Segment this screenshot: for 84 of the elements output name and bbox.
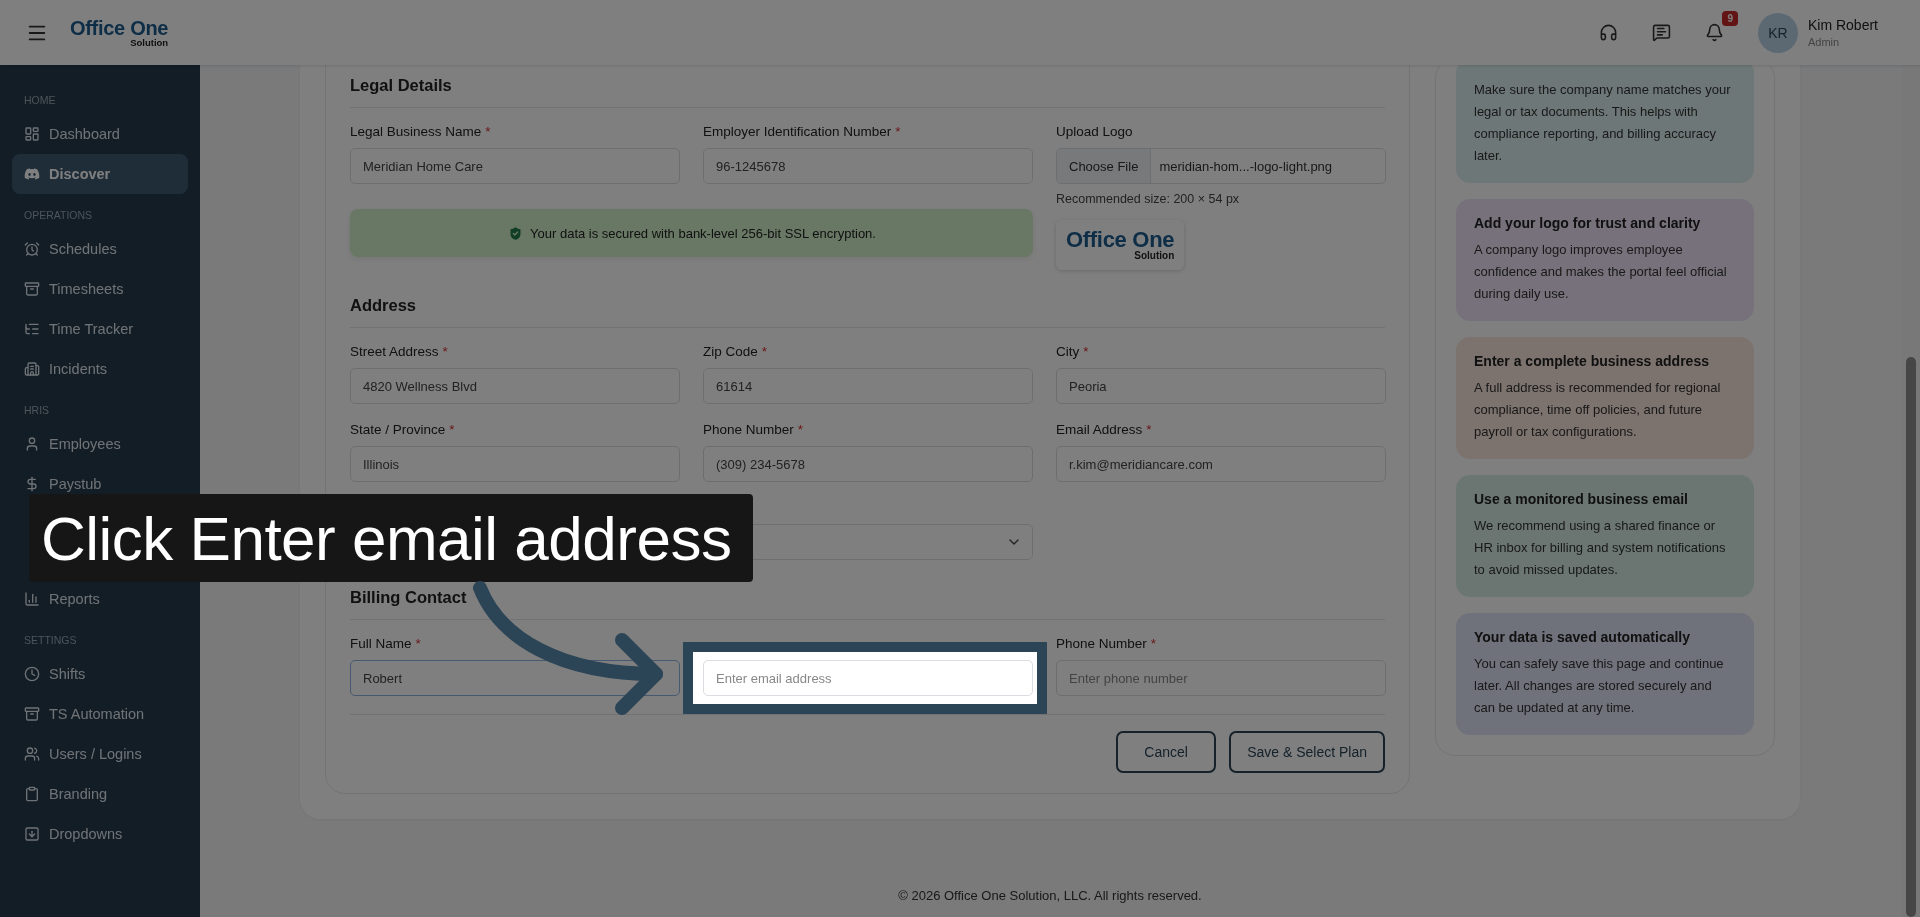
input-field[interactable]: r.kim@meridiancare.com [1056,446,1386,482]
sidebar-item[interactable]: Incidents [12,349,188,389]
tip-text: A full address is recommended for regional compliance, time off policies, and future payroll or tax configurations. [1474,379,1722,441]
list-tree-icon [24,321,40,337]
tip-title: Use a monitored business email [1474,491,1689,507]
clipboard-icon [24,786,40,802]
save-button[interactable]: Save & Select Plan [1229,731,1385,773]
archive-icon [24,706,40,722]
section-title: Legal Details [350,76,1385,108]
headphones-icon[interactable] [1598,23,1618,42]
field-label: Zip Code * [703,344,769,360]
tip-text: A company logo improves employee confidence and makes the portal feel official during daily use. [1474,241,1728,303]
user-icon [24,436,40,452]
field-label: Legal Business Name * [350,124,492,140]
field-label: State / Province * [350,422,456,438]
sidebar-section-label: SETTINGS [23,632,78,648]
dashboard-icon [24,126,40,142]
sidebar-item[interactable]: TS Automation [12,694,188,734]
clock-icon [24,666,40,682]
sidebar-item[interactable]: Employees [12,424,188,464]
input-field[interactable]: Peoria [1056,368,1386,404]
sidebar-section-label: OPERATIONS [23,207,94,223]
file-name: meridian-hom...-logo-light.png [1158,157,1334,176]
field-label: Employer Identification Number * [703,124,902,140]
alarm-clock-icon [24,241,40,257]
sidebar-item[interactable]: Timesheets [12,269,188,309]
field-label: Phone Number * [703,422,805,438]
sidebar-item[interactable]: Schedules [12,229,188,269]
input-field[interactable]: Meridian Home Care [350,148,680,184]
input-field[interactable]: Enter email address [703,660,1033,696]
user-role: Admin [1807,36,1841,48]
sidebar-item[interactable]: Branding [12,774,188,814]
dollar-icon [24,476,40,492]
tip-title: Your data is saved automatically [1474,629,1692,645]
choose-file-button[interactable]: Choose File [1057,149,1152,183]
logo-name: Office One [1066,229,1175,251]
input-field[interactable]: 61614 [703,368,1033,404]
logo-tagline: Solution [130,37,169,48]
input-field[interactable]: 96-1245678 [703,148,1033,184]
sidebar-section-label: HRIS [23,402,51,418]
sidebar-item[interactable]: Discover [12,154,188,194]
logo-tagline: Solution [1134,251,1175,261]
cancel-button[interactable]: Cancel [1116,731,1217,773]
notification-badge: 9 [1722,11,1738,26]
input-field[interactable]: 4820 Wellness Blvd [350,368,680,404]
users-icon [24,746,40,762]
field-label: Email Address * [1056,422,1153,438]
discord-icon [24,166,40,182]
tip-text: You can safely save this page and continue later. All changes are stored securely and can be updated at any time. [1474,655,1725,717]
copyright-text: © 2026 Office One Solution, LLC. All rights reserved. [897,888,1203,905]
tip-title: Add your logo for trust and clarity [1474,215,1702,231]
field-label: Upload Logo [1056,124,1134,140]
sidebar-item[interactable]: Reports [12,579,188,619]
sidebar-section-label: HOME [23,92,57,108]
tip-text: Make sure the company name matches your legal or tax documents. This helps with compliance reporting, and billing accuracy later. [1474,81,1732,165]
sidebar-item[interactable]: Users / Logins [12,734,188,774]
field-label: Street Address * [350,344,449,360]
sidebar-item[interactable]: Shifts [12,654,188,694]
user-name: Kim Robert [1807,17,1878,33]
sidebar-item[interactable]: Dropdowns [12,814,188,854]
field-label: Full Name * [350,636,422,652]
size-hint: Recommended size: 200 × 54 px [1056,192,1241,206]
input-field[interactable]: Enter phone number [1056,660,1386,696]
message-icon[interactable] [1651,23,1671,42]
sidebar-item[interactable]: Dashboard [12,114,188,154]
guide-tooltip: Click Enter email address [29,494,754,582]
file-input[interactable]: Choose File meridian-hom...-logo-light.png [1056,148,1386,184]
bar-chart-icon [24,591,40,607]
field-label: City * [1056,344,1090,360]
building-icon [24,361,40,377]
section-title: Address [350,296,1385,328]
user-avatar[interactable]: KR [1757,12,1798,53]
tip-text: We recommend using a shared finance or HR inbox for billing and system notifications to avoid missed updates. [1474,517,1727,579]
sidebar-item[interactable]: Time Tracker [12,309,188,349]
tip-title: Enter a complete business address [1474,353,1710,369]
logo-name: Office One [70,17,169,38]
bell-icon[interactable] [1704,23,1724,42]
archive-icon [24,281,40,297]
field-label: Phone Number * [1056,636,1158,652]
download-icon [24,826,40,842]
section-title: Billing Contact [350,588,1385,620]
security-text: Your data is secured with bank-level 256-bit SSL encryption. [530,225,876,241]
input-field[interactable]: Illinois [350,446,680,482]
input-field[interactable]: (309) 234-5678 [703,446,1033,482]
